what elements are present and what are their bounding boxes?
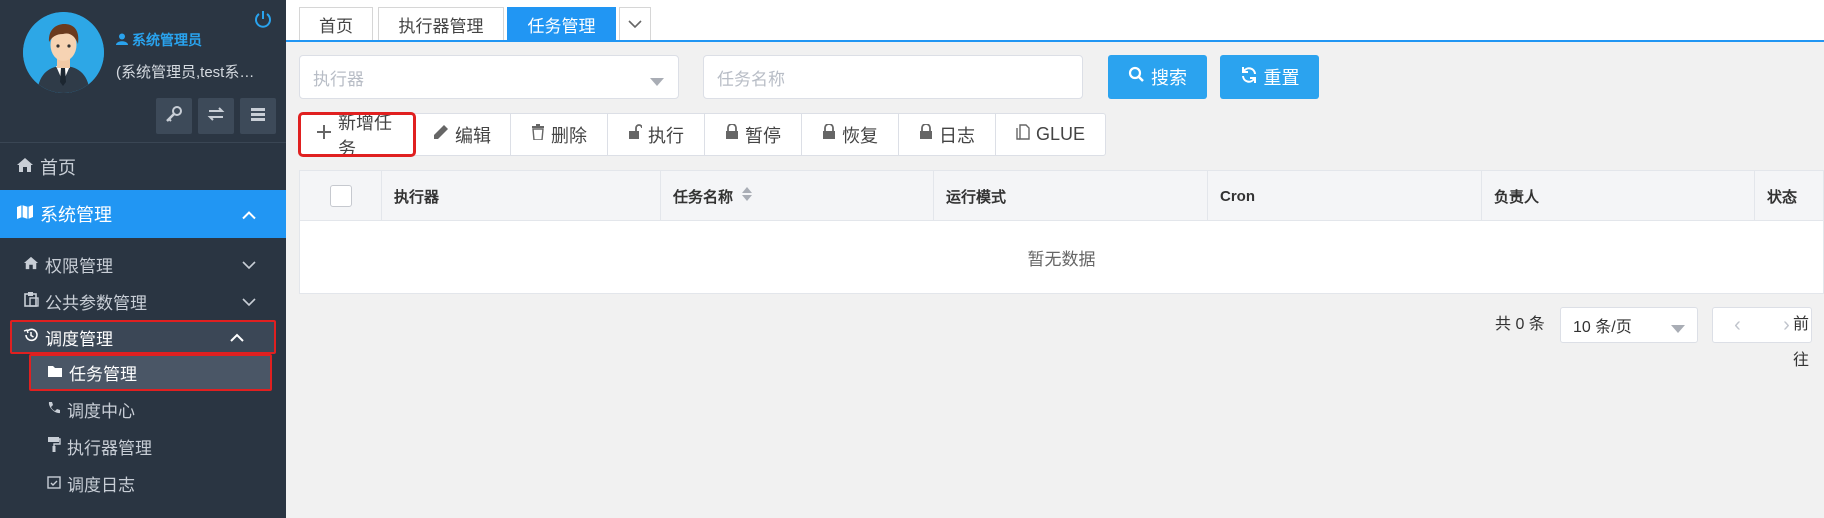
search-icon xyxy=(1128,66,1145,88)
sidebar-item-schedule[interactable]: 调度管理 xyxy=(10,320,276,354)
task-name-input[interactable]: 任务名称 xyxy=(703,55,1083,99)
home-icon xyxy=(16,157,34,178)
executor-select[interactable]: 执行器 xyxy=(299,55,679,99)
pencil-icon xyxy=(433,124,449,145)
sidebar: 系统管理员 (系统管理员,test系统管理员) 首页 系统管理 xyxy=(0,0,286,518)
switch-button[interactable] xyxy=(198,98,234,134)
task-toolbar: 新增任务 编辑 删除 执行 暂停 恢复 日志 GLUE xyxy=(298,112,1106,159)
column-owner[interactable]: 负责人 xyxy=(1482,171,1755,221)
calendar-check-icon xyxy=(47,474,61,494)
tab-task[interactable]: 任务管理 xyxy=(507,7,616,40)
copy-icon xyxy=(1016,124,1030,145)
chevron-down-icon xyxy=(242,292,256,312)
user-icon xyxy=(116,32,128,48)
chevron-down-icon xyxy=(628,14,642,34)
refresh-icon xyxy=(1240,66,1258,89)
folder-icon xyxy=(47,363,63,383)
clipboard-icon xyxy=(23,291,39,312)
reset-button[interactable]: 重置 xyxy=(1220,55,1319,99)
glue-button[interactable]: GLUE xyxy=(996,114,1105,155)
column-executor[interactable]: 执行器 xyxy=(382,171,661,221)
system-submenu: 权限管理 公共参数管理 调度管理 任务管理 调度中心 执行器管理 调度日志 xyxy=(0,246,286,502)
log-button[interactable]: 日志 xyxy=(899,114,996,155)
select-all-cell xyxy=(300,171,382,221)
tab-bar: 首页 执行器管理 任务管理 xyxy=(286,0,1824,42)
edit-button[interactable]: 编辑 xyxy=(414,114,511,155)
user-roles: (系统管理员,test系统管理员) xyxy=(116,64,256,81)
history-icon xyxy=(23,327,39,348)
user-tools xyxy=(156,98,276,134)
chevron-down-icon xyxy=(242,255,256,275)
column-cron[interactable]: Cron xyxy=(1208,171,1482,221)
lock-icon xyxy=(822,123,836,145)
table-header: 执行器 任务名称 运行模式 Cron 负责人 状态 xyxy=(300,171,1823,221)
caret-down-icon xyxy=(1671,321,1685,339)
column-task-name[interactable]: 任务名称 xyxy=(661,171,934,221)
chevron-up-icon xyxy=(242,204,256,225)
chevron-up-icon xyxy=(230,327,244,347)
tab-executor[interactable]: 执行器管理 xyxy=(378,7,504,40)
page-size-select[interactable]: 10 条/页 xyxy=(1560,307,1698,343)
add-task-button[interactable]: 新增任务 xyxy=(298,112,416,159)
menu-button[interactable] xyxy=(240,98,276,134)
tab-dropdown[interactable] xyxy=(619,7,651,40)
search-button[interactable]: 搜索 xyxy=(1108,55,1207,99)
delete-button[interactable]: 删除 xyxy=(511,114,608,155)
sidebar-item-executor[interactable]: 执行器管理 xyxy=(0,428,286,465)
select-all-checkbox[interactable] xyxy=(329,185,352,207)
prev-page-icon[interactable]: ‹ xyxy=(1713,308,1762,342)
map-icon xyxy=(16,204,34,225)
tab-home[interactable]: 首页 xyxy=(299,7,373,40)
plus-icon xyxy=(316,124,332,145)
sidebar-item-params[interactable]: 公共参数管理 xyxy=(0,283,286,320)
lock-icon xyxy=(919,123,933,145)
sidebar-nav: 首页 系统管理 权限管理 公共参数管理 调度管理 任务管理 调度中心 执行器管理… xyxy=(0,144,286,502)
user-panel: 系统管理员 (系统管理员,test系统管理员) xyxy=(0,0,286,143)
sidebar-item-system[interactable]: 系统管理 xyxy=(0,190,286,238)
trash-icon xyxy=(531,124,545,145)
key-button[interactable] xyxy=(156,98,192,134)
pause-button[interactable]: 暂停 xyxy=(705,114,802,155)
run-button[interactable]: 执行 xyxy=(608,114,705,155)
empty-text: 暂无数据 xyxy=(1027,249,1096,269)
menu-icon xyxy=(249,105,267,128)
main-content: 首页 执行器管理 任务管理 执行器 任务名称 搜索 重置 新增任务 编辑 删除 xyxy=(286,0,1824,518)
exchange-icon xyxy=(207,105,225,128)
sidebar-item-log[interactable]: 调度日志 xyxy=(0,465,286,502)
lock-icon xyxy=(725,123,739,145)
column-status[interactable]: 状态 xyxy=(1755,171,1823,221)
paint-roller-icon xyxy=(47,436,61,457)
goto-label: 前往 xyxy=(1793,316,1810,369)
sidebar-item-home[interactable]: 首页 xyxy=(0,144,286,190)
resume-button[interactable]: 恢复 xyxy=(802,114,899,155)
avatar xyxy=(23,12,104,93)
sort-icon[interactable] xyxy=(741,186,753,206)
user-name: 系统管理员 xyxy=(116,30,202,50)
total-count: 共 0 条 xyxy=(1495,316,1545,333)
caret-down-icon xyxy=(650,72,664,92)
unlock-icon xyxy=(628,124,643,145)
column-run-mode[interactable]: 运行模式 xyxy=(934,171,1208,221)
phone-icon xyxy=(47,400,61,420)
sidebar-item-permission[interactable]: 权限管理 xyxy=(0,246,286,283)
task-table: 执行器 任务名称 运行模式 Cron 负责人 状态 暂无数据 xyxy=(299,170,1824,294)
sidebar-item-task[interactable]: 任务管理 xyxy=(29,354,272,391)
sidebar-item-center[interactable]: 调度中心 xyxy=(0,391,286,428)
key-icon xyxy=(165,105,183,128)
home-icon xyxy=(23,255,39,275)
power-icon[interactable] xyxy=(254,10,272,33)
